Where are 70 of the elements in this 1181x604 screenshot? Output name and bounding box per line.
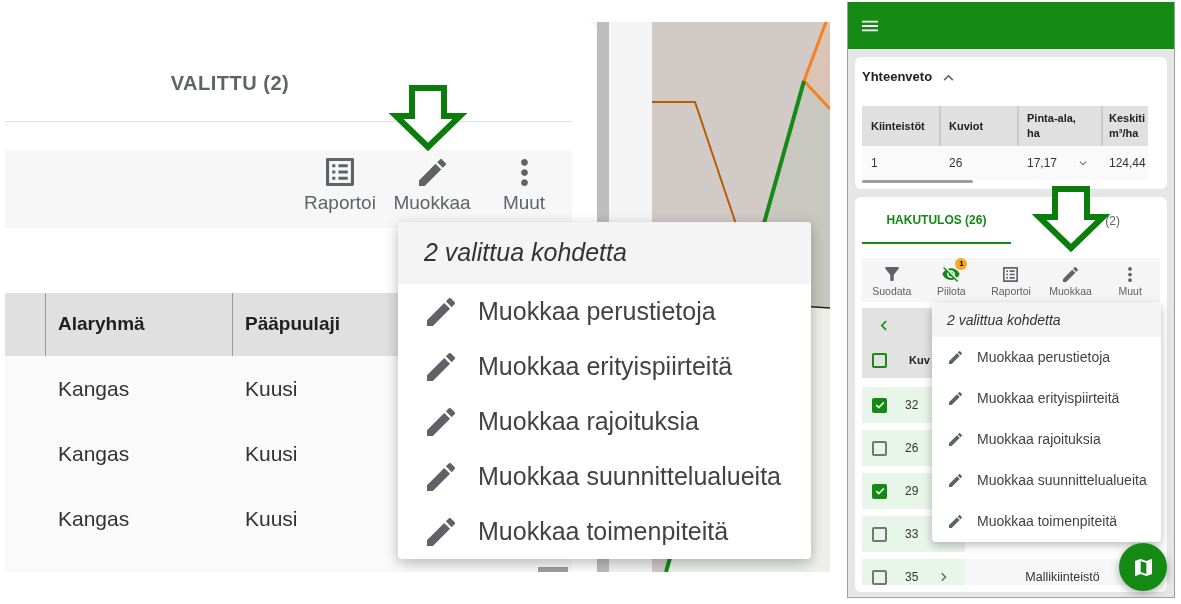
table-cell-text: Kuusi	[244, 505, 299, 532]
table-cell-text: Kuusi	[244, 440, 299, 467]
menu-item[interactable]: Muokkaa perustietoja	[932, 337, 1161, 378]
column-header: Kiinteistöt	[870, 118, 926, 134]
pencil-icon	[427, 297, 455, 326]
table-cell-text: 1	[870, 155, 879, 172]
checkbox[interactable]	[872, 440, 887, 456]
count-badge: 1	[955, 258, 968, 270]
checkbox[interactable]	[872, 397, 887, 413]
chevron-down-icon[interactable]	[1079, 160, 1088, 166]
row-number: 33	[905, 526, 919, 543]
table-cell-text: 124,44	[1108, 155, 1147, 172]
menu-item[interactable]: Muokkaa toimenpiteitä	[398, 504, 811, 559]
menu-item[interactable]: Muokkaa toimenpiteitä	[932, 501, 1161, 542]
menu-item[interactable]: Muokkaa erityispiirteitä	[932, 378, 1161, 419]
menu-button[interactable]	[862, 19, 878, 32]
table-cell-text: Kuusi	[244, 375, 299, 402]
table-cell-text: Kangas	[57, 440, 131, 467]
list-icon	[326, 158, 354, 186]
checkbox[interactable]	[872, 526, 887, 542]
toolbar-button[interactable]: 1 Piilota	[921, 258, 982, 302]
section-title: Yhteenveto	[862, 68, 933, 87]
table-cell-text: 26	[948, 155, 964, 172]
menu-item[interactable]: Muokkaa rajoituksia	[932, 419, 1161, 460]
row-number: 32	[905, 397, 919, 414]
pencil-icon	[949, 515, 962, 528]
checkbox[interactable]	[872, 483, 887, 499]
map-icon	[1134, 558, 1152, 576]
tab[interactable]: HAKUTULOS (26)	[862, 197, 1011, 244]
table-cell-text: Kangas	[57, 505, 131, 532]
pencil-icon	[949, 351, 962, 364]
pencil-icon	[418, 158, 446, 186]
menu-header: 2 valittua kohdetta	[932, 303, 1161, 337]
pencil-icon	[427, 352, 455, 381]
pencil-icon	[949, 392, 962, 405]
toolbar-button[interactable]: Muokkaa	[1040, 258, 1101, 302]
menu-item[interactable]: Muokkaa erityispiirteitä	[398, 339, 811, 394]
checkbox[interactable]	[872, 352, 887, 368]
row-number: 29	[905, 483, 919, 500]
tab[interactable]: (2)	[1010, 197, 1160, 244]
table-cell-text: 17,17	[1027, 155, 1058, 172]
checkbox[interactable]	[872, 569, 887, 585]
menu-item[interactable]: Muokkaa perustietoja	[398, 284, 811, 339]
pencil-icon	[427, 462, 455, 491]
pencil-icon	[427, 517, 455, 546]
toolbar-button[interactable]: Raportoi	[294, 150, 386, 228]
check-icon	[874, 401, 885, 409]
pencil-icon	[949, 433, 962, 446]
pencil-icon	[949, 474, 962, 487]
table-cell-text: Kangas	[57, 375, 131, 402]
chevron-right-icon[interactable]	[941, 572, 948, 582]
chevron-left-icon[interactable]	[880, 319, 887, 331]
toolbar-button[interactable]: Raportoi	[981, 258, 1041, 302]
toolbar-button[interactable]: Suodata	[862, 258, 922, 302]
menu-item[interactable]: Muokkaa suunnittelualueita	[932, 460, 1161, 501]
chevron-up-icon[interactable]	[943, 73, 955, 81]
menu-item[interactable]: Muokkaa suunnittelualueita	[398, 449, 811, 504]
scrollbar-thumb[interactable]	[538, 567, 568, 572]
scrollbar-thumb[interactable]	[862, 180, 973, 183]
menu-item[interactable]: Muokkaa rajoituksia	[398, 394, 811, 449]
tab[interactable]: VALITTU (2)	[5, 22, 455, 122]
check-icon	[874, 487, 885, 495]
row-number: 35	[905, 569, 919, 585]
menu-icon	[862, 19, 878, 32]
toolbar-button[interactable]: Muut	[1100, 258, 1160, 302]
pencil-icon	[427, 407, 455, 436]
more-icon	[520, 158, 528, 186]
column-header: Kuv	[909, 352, 930, 368]
row-number: 26	[905, 440, 919, 457]
menu-header: 2 valittua kohdetta	[398, 222, 811, 284]
